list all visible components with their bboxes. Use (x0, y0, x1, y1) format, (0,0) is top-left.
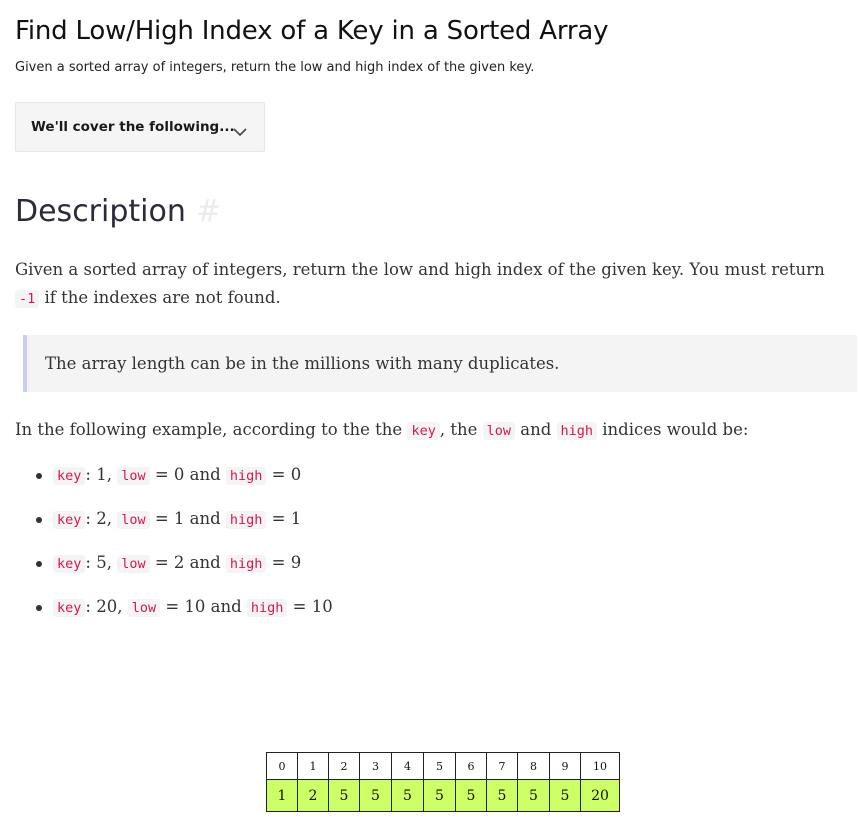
list-text: : 20, (85, 597, 128, 616)
list-text: : 5, (85, 553, 118, 572)
list-text: = 0 and (149, 465, 226, 484)
inline-code-high: high (225, 555, 267, 573)
list-text: : 1, (85, 465, 118, 484)
note-text: The array length can be in the millions … (45, 353, 560, 373)
note-blockquote: The array length can be in the millions … (23, 335, 857, 392)
page-title: Find Low/High Index of a Key in a Sorted… (15, 16, 609, 46)
description-paragraph: Given a sorted array of integers, return… (15, 256, 845, 313)
index-cell: 7 (486, 752, 518, 780)
index-cell: 10 (580, 752, 620, 780)
value-cell: 5 (359, 779, 392, 812)
list-text: = 10 and (160, 597, 247, 616)
paragraph-text: if the indexes are not found. (39, 288, 281, 307)
page-subtitle: Given a sorted array of integers, return… (15, 60, 535, 75)
list-item-content: key: 20, low = 10 and high = 10 (53, 593, 333, 622)
list-text: = 1 and (149, 509, 226, 528)
list-text: = 0 (266, 465, 302, 484)
list-item-content: key: 5, low = 2 and high = 9 (53, 549, 301, 578)
value-cell: 20 (580, 779, 620, 812)
index-cell: 5 (423, 752, 456, 780)
value-cell: 1 (266, 779, 298, 812)
chevron-down-icon (233, 122, 247, 141)
value-row: 1 2 5 5 5 5 5 5 5 5 20 (266, 779, 620, 812)
list-item-content: key: 1, low = 0 and high = 0 (53, 461, 301, 490)
value-cell: 5 (328, 779, 360, 812)
toc-label: We'll cover the following... (31, 119, 235, 135)
list-text: = 9 (266, 553, 302, 572)
list-text: : 2, (85, 509, 118, 528)
array-diagram: 0 1 2 3 4 5 6 7 8 9 10 1 2 5 5 5 5 5 5 5 5 20 (266, 752, 620, 812)
intro-text: In the following example, according to t… (15, 420, 408, 439)
heading-anchor-link[interactable]: # (196, 194, 221, 229)
inline-code: -1 (15, 290, 40, 308)
inline-code-low: low (117, 555, 150, 573)
example-intro: In the following example, according to t… (15, 416, 748, 445)
inline-code-key: key (53, 467, 86, 485)
index-cell: 1 (297, 752, 329, 780)
index-cell: 8 (517, 752, 550, 780)
value-cell: 5 (455, 779, 487, 812)
inline-code-high: high (556, 422, 598, 440)
list-item-content: key: 2, low = 1 and high = 1 (53, 505, 301, 534)
value-cell: 5 (423, 779, 456, 812)
value-cell: 5 (486, 779, 518, 812)
paragraph-text: Given a sorted array of integers, return… (15, 260, 825, 279)
list-text: = 2 and (149, 553, 226, 572)
inline-code-high: high (225, 467, 267, 485)
inline-code-high: high (246, 599, 288, 617)
list-text: = 10 (287, 597, 333, 616)
inline-code-low: low (482, 422, 515, 440)
index-row: 0 1 2 3 4 5 6 7 8 9 10 (266, 752, 620, 780)
value-cell: 2 (297, 779, 329, 812)
index-cell: 4 (391, 752, 424, 780)
inline-code-key: key (407, 422, 440, 440)
index-cell: 3 (359, 752, 392, 780)
index-cell: 6 (455, 752, 487, 780)
intro-text: , the (439, 420, 483, 439)
inline-code-low: low (117, 511, 150, 529)
inline-code-high: high (225, 511, 267, 529)
inline-code-key: key (53, 599, 86, 617)
inline-code-low: low (117, 467, 150, 485)
index-cell: 0 (266, 752, 298, 780)
inline-code-key: key (53, 555, 86, 573)
toc-dropdown[interactable]: We'll cover the following... (15, 102, 265, 152)
inline-code-key: key (53, 511, 86, 529)
value-cell: 5 (517, 779, 550, 812)
value-cell: 5 (549, 779, 581, 812)
description-heading: Description # (15, 194, 221, 229)
list-text: = 1 (266, 509, 302, 528)
index-cell: 2 (328, 752, 360, 780)
intro-text: indices would be: (597, 420, 749, 439)
value-cell: 5 (391, 779, 424, 812)
inline-code-low: low (127, 599, 161, 617)
index-cell: 9 (549, 752, 581, 780)
intro-text: and (514, 420, 557, 439)
description-heading-text: Description (15, 194, 186, 229)
